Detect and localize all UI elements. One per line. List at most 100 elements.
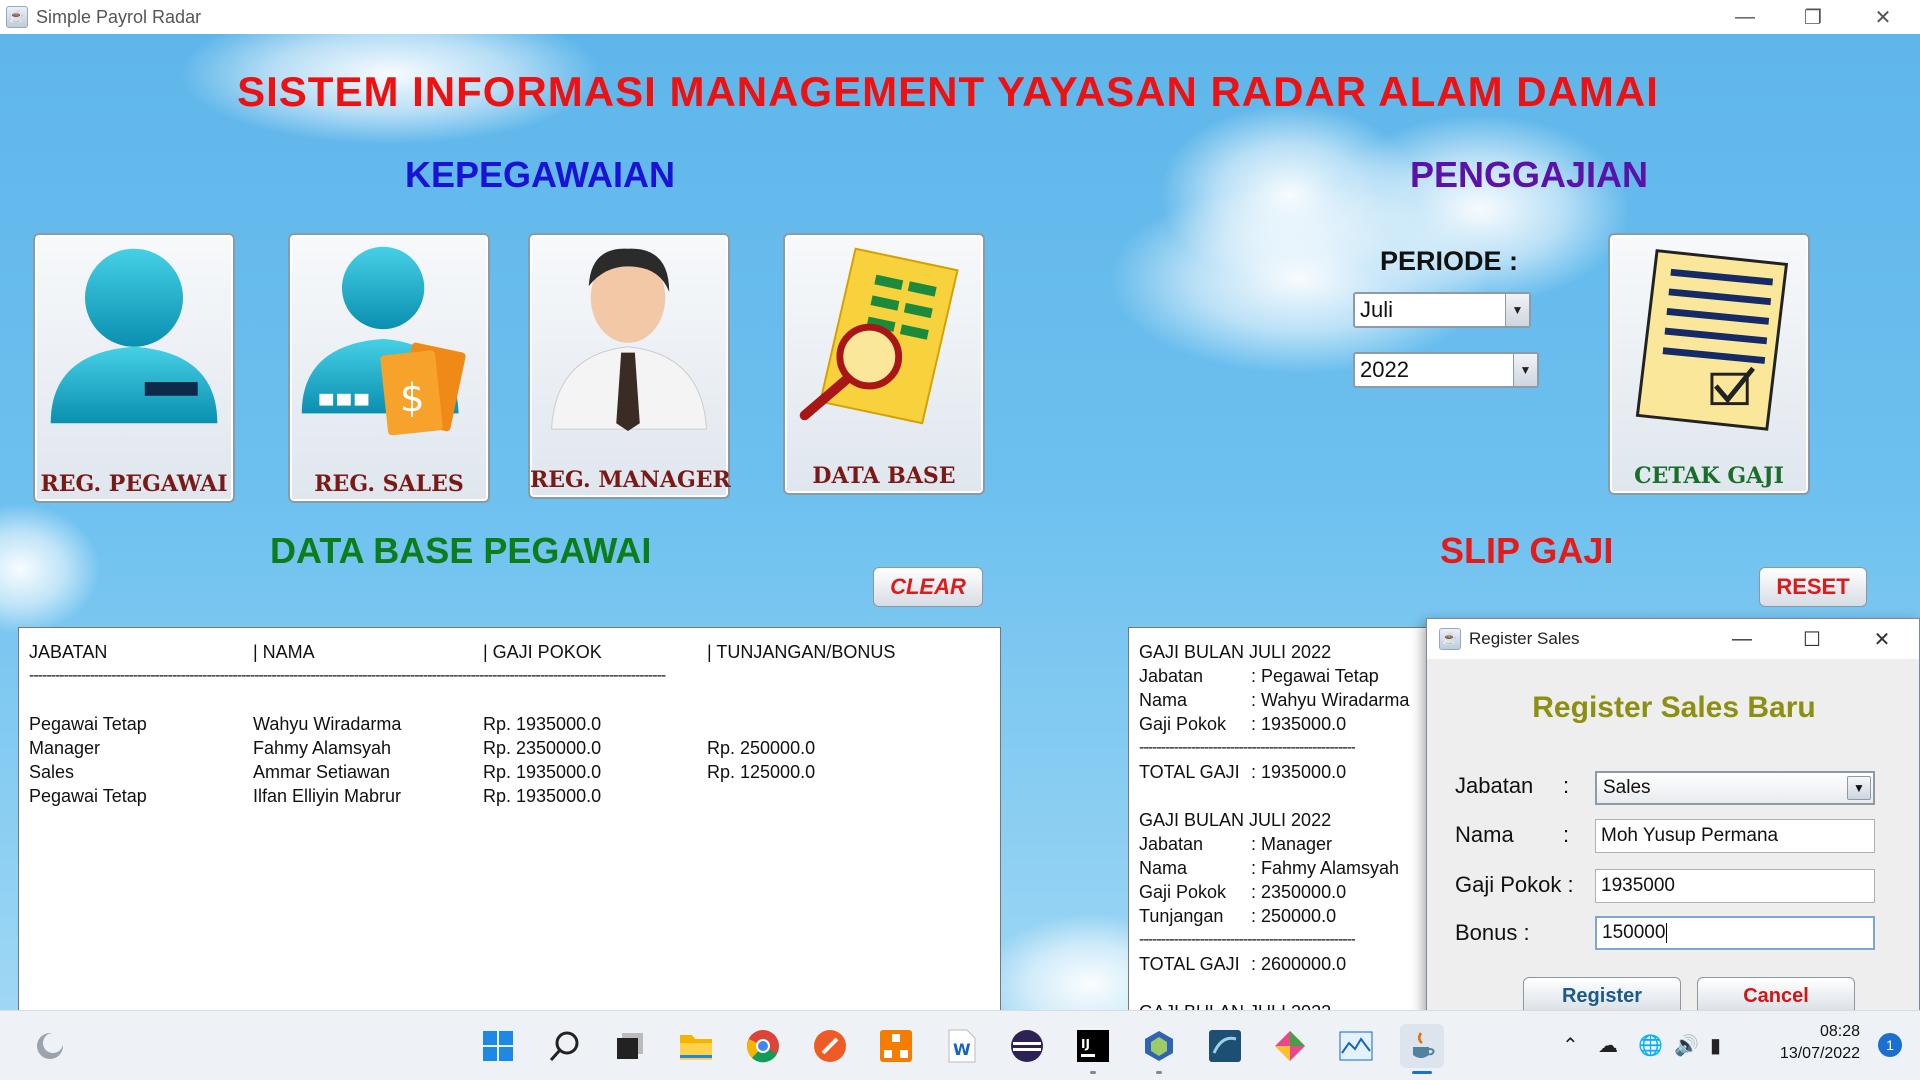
slip-gaji-heading: SLIP GAJI — [1440, 530, 1614, 571]
slip-value: : 250000.0 — [1251, 906, 1337, 926]
slip-key: Nama — [1139, 690, 1188, 710]
java-icon[interactable] — [1400, 1024, 1444, 1074]
penggajian-heading: PENGGAJIAN — [1410, 154, 1649, 195]
jabatan-select[interactable]: Sales ▼ — [1595, 771, 1875, 805]
task-view-icon[interactable] — [608, 1024, 652, 1068]
minimize-button[interactable]: — — [1709, 619, 1775, 659]
bonus-input[interactable]: 150000 — [1595, 916, 1875, 950]
mysql-workbench-icon[interactable] — [1203, 1024, 1247, 1068]
slip-key: Gaji Pokok — [1139, 882, 1227, 902]
cell-nama: Ammar Setiawan — [253, 762, 391, 782]
notification-badge[interactable]: 1 — [1878, 1033, 1902, 1057]
cell-nama: Ilfan Elliyin Mabrur — [253, 786, 402, 806]
employee-icon — [50, 248, 218, 424]
slip-header: GAJI BULAN JULI 2022 — [1139, 642, 1332, 662]
app-icon[interactable] — [1268, 1024, 1312, 1068]
database-label: DATA BASE — [812, 463, 956, 489]
gaji-pokok-input[interactable]: 1935000 — [1595, 869, 1875, 903]
chevron-down-icon[interactable]: ▼ — [1505, 294, 1529, 326]
maximize-button[interactable]: ☐ — [1779, 619, 1845, 659]
sales-icon: $ — [301, 246, 466, 435]
cell-jabatan: Pegawai Tetap — [29, 786, 147, 806]
close-button[interactable]: ✕ — [1849, 619, 1915, 659]
table-row: Pegawai Tetap Ilfan Elliyin Mabrur Rp. 1… — [29, 784, 990, 808]
register-sales-dialog: ☕ Register Sales — ☐ ✕ Register Sales Ba… — [1426, 618, 1920, 1010]
cell-nama: Fahmy Alamsyah — [253, 738, 392, 758]
text-caret — [1666, 923, 1668, 943]
chevron-up-icon[interactable]: ⌃ — [1562, 1033, 1579, 1058]
database-heading: DATA BASE PEGAWAI — [270, 530, 652, 571]
kepegawaian-heading: KEPEGAWAIAN — [405, 154, 676, 195]
system-clock[interactable]: 08:28 13/07/2022 — [1780, 1021, 1860, 1065]
cell-jabatan: Pegawai Tetap — [29, 714, 147, 734]
reset-button[interactable]: RESET — [1759, 567, 1867, 607]
slip-value: : Wahyu Wiradarma — [1251, 690, 1410, 710]
periode-label: PERIODE : — [1380, 246, 1519, 276]
slip-value: : 1935000.0 — [1251, 762, 1347, 782]
globe-icon[interactable]: 🌐 — [1638, 1033, 1663, 1058]
reg-manager-button[interactable]: REG. MANAGER — [528, 233, 731, 499]
file-explorer-icon[interactable] — [674, 1024, 718, 1068]
cetak-gaji-button[interactable]: CETAK GAJI — [1608, 233, 1810, 495]
jabatan-value: Sales — [1603, 777, 1651, 798]
month-select[interactable]: Juli ▼ — [1353, 292, 1531, 328]
slip-line: Nama : Wahyu Wiradarma — [1139, 688, 1433, 712]
postman-icon[interactable] — [808, 1024, 852, 1068]
chrome-icon[interactable] — [741, 1024, 785, 1068]
slip-key: Gaji Pokok — [1139, 714, 1227, 734]
bonus-value: 150000 — [1602, 922, 1666, 943]
minimize-button[interactable]: — — [1710, 0, 1780, 34]
cell-jabatan: Manager — [29, 738, 101, 758]
start-icon[interactable] — [476, 1024, 520, 1068]
slip-key: Tunjangan — [1139, 906, 1224, 926]
clock-time: 08:28 — [1819, 1023, 1860, 1040]
nama-value: Moh Yusup Permana — [1601, 825, 1779, 846]
year-select[interactable]: 2022 ▼ — [1353, 352, 1539, 388]
slip-key: Jabatan — [1139, 666, 1204, 686]
window-title: Simple Payrol Radar — [36, 6, 202, 27]
cell-bonus — [707, 784, 967, 808]
system-monitor-icon[interactable] — [1334, 1024, 1378, 1068]
slip-value: : 1935000.0 — [1251, 714, 1347, 734]
reg-pegawai-label: REG. PEGAWAI — [40, 471, 228, 497]
intellij-icon[interactable]: IJ — [1071, 1024, 1115, 1074]
dialog-titlebar: ☕ Register Sales — ☐ ✕ — [1427, 619, 1919, 659]
virtualbox-icon[interactable] — [1137, 1024, 1181, 1074]
reg-manager-label: REG. MANAGER — [530, 467, 731, 493]
nama-label: Nama — [1455, 822, 1514, 847]
employee-database-textarea[interactable]: JABATAN | NAMA | GAJI POKOK | TUNJANGAN/… — [18, 627, 1001, 1010]
slip-key: Jabatan — [1139, 834, 1204, 854]
gaji-pokok-label: Gaji Pokok : — [1455, 872, 1574, 897]
cloud-icon[interactable]: ☁ — [1598, 1033, 1618, 1058]
database-button[interactable]: DATA BASE — [783, 233, 985, 495]
table-row: Pegawai Tetap Wahyu Wiradarma Rp. 193500… — [29, 712, 990, 736]
background-cloud — [0, 504, 100, 634]
slip-total: TOTAL GAJI: 1935000.0 — [1139, 760, 1433, 784]
chevron-down-icon[interactable]: ▼ — [1847, 776, 1871, 800]
app-icon[interactable] — [874, 1024, 918, 1068]
slip-value: : 2600000.0 — [1251, 954, 1347, 974]
salary-slip-textarea[interactable]: GAJI BULAN JULI 2022 Jabatan: Pegawai Te… — [1128, 627, 1444, 1010]
dialog-title: Register Sales — [1469, 629, 1580, 648]
reg-pegawai-button[interactable]: REG. PEGAWAI — [33, 233, 235, 503]
slip-key: Nama — [1139, 858, 1188, 878]
search-icon[interactable] — [543, 1024, 587, 1068]
print-slip-icon — [1635, 249, 1789, 431]
close-button[interactable]: ✕ — [1848, 0, 1918, 34]
nama-input[interactable]: Moh Yusup Permana — [1595, 819, 1875, 853]
cancel-button[interactable]: Cancel — [1697, 977, 1855, 1010]
chevron-down-icon[interactable]: ▼ — [1513, 354, 1537, 386]
restore-button[interactable]: ❐ — [1778, 0, 1848, 34]
battery-icon[interactable]: ▮ — [1710, 1033, 1721, 1058]
writer-icon[interactable]: W — [940, 1024, 984, 1068]
reg-sales-button[interactable]: $ REG. SALES — [288, 233, 490, 503]
slip-line: Tunjangan : 250000.0 — [1139, 904, 1433, 928]
register-button[interactable]: Register — [1523, 977, 1681, 1010]
clear-button[interactable]: CLEAR — [873, 567, 983, 607]
colon-label: : — [1563, 822, 1570, 847]
slip-line: Jabatan: Manager — [1139, 832, 1433, 856]
eclipse-icon[interactable] — [1005, 1024, 1049, 1068]
cell-gaji-pokok: Rp. 1935000.0 — [483, 762, 602, 782]
weather-widget-icon[interactable] — [28, 1024, 72, 1068]
volume-icon[interactable]: 🔊 — [1674, 1033, 1699, 1058]
